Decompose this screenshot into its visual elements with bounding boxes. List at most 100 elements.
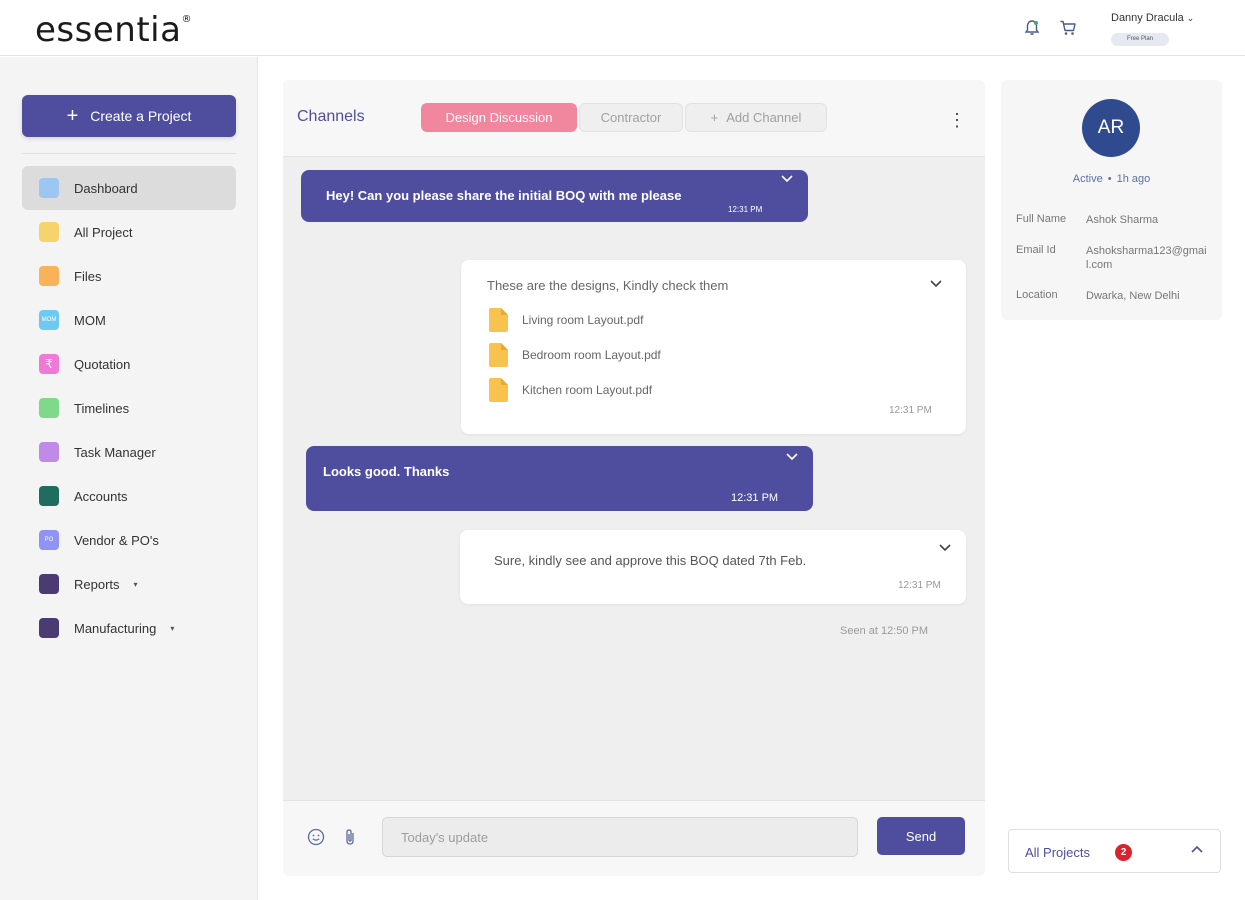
file-name: Bedroom room Layout.pdf: [522, 348, 661, 362]
brand-name: essentia: [35, 10, 182, 50]
info-value: Ashoksharma123@gmail.com: [1086, 245, 1207, 271]
message-incoming: These are the designs, Kindly check them…: [461, 260, 966, 434]
all-projects-dropdown[interactable]: All Projects 2: [1008, 829, 1221, 873]
sidebar-item-files[interactable]: Files: [22, 254, 236, 298]
info-value: Dwarka, New Delhi: [1086, 290, 1180, 302]
sidebar-item-label: Vendor & PO's: [74, 532, 159, 548]
info-label: Full Name: [1016, 213, 1067, 225]
send-button[interactable]: Send: [877, 817, 965, 855]
file-icon: [489, 308, 508, 332]
file-icon: [489, 343, 508, 367]
file-attachment[interactable]: Kitchen room Layout.pdf: [489, 378, 652, 402]
presence-status: Active • 1h ago: [1001, 173, 1222, 185]
sidebar-item-label: Timelines: [74, 400, 130, 416]
plus-icon: +: [66, 105, 79, 127]
sidebar-item-label: All Project: [74, 224, 133, 240]
chevron-down-icon[interactable]: [785, 452, 799, 465]
sidebar-item-reports[interactable]: Reports ▾: [22, 562, 236, 606]
create-project-label: Create a Project: [90, 108, 192, 124]
manufacturing-icon: [39, 618, 59, 638]
vendor-icon: PO: [39, 530, 59, 550]
projects-count-badge: 2: [1115, 844, 1132, 861]
timeline-icon: [39, 398, 59, 418]
message-time: 12:31 PM: [731, 492, 779, 504]
sidebar-item-quotation[interactable]: ₹ Quotation: [22, 342, 236, 386]
sidebar-item-accounts[interactable]: Accounts: [22, 474, 236, 518]
message-incoming: Sure, kindly see and approve this BOQ da…: [460, 530, 966, 604]
sidebar-divider: [22, 153, 236, 154]
sidebar-item-vendor-po-s[interactable]: PO Vendor & PO's: [22, 518, 236, 562]
registered-mark: ®: [181, 14, 192, 25]
sidebar-item-label: Accounts: [74, 488, 128, 504]
user-name: Danny Dracula: [1111, 12, 1184, 24]
user-menu[interactable]: Danny Dracula ⌄: [1111, 12, 1194, 24]
plus-icon: +: [710, 110, 719, 125]
project-icon: [39, 222, 59, 242]
message-text: Sure, kindly see and approve this BOQ da…: [494, 553, 807, 568]
file-attachment[interactable]: Bedroom room Layout.pdf: [489, 343, 661, 367]
sidebar-item-mom[interactable]: MOM MOM: [22, 298, 236, 342]
add-channel-button[interactable]: + Add Channel: [685, 103, 827, 132]
sidebar-item-dashboard[interactable]: Dashboard: [22, 166, 236, 210]
seen-status: Seen at 12:50 PM: [840, 625, 929, 637]
file-icon: [489, 378, 508, 402]
caret-down-icon[interactable]: ▾: [134, 580, 138, 589]
status-text: Active: [1072, 173, 1103, 185]
contact-profile-card: AR Active • 1h ago Full Name Ashok Sharma …: [1001, 80, 1222, 320]
sidebar-item-label: Dashboard: [74, 180, 138, 196]
file-attachment[interactable]: Living room Layout.pdf: [489, 308, 643, 332]
brand-logo[interactable]: essentia®: [35, 10, 192, 50]
info-value: Ashok Sharma: [1086, 214, 1159, 226]
message-text: Hey! Can you please share the initial BO…: [326, 188, 682, 203]
reports-icon: [39, 574, 59, 594]
message-text: These are the designs, Kindly check them: [487, 278, 729, 293]
message-outgoing: Hey! Can you please share the initial BO…: [301, 170, 808, 222]
emoji-icon[interactable]: [306, 827, 326, 847]
file-name: Living room Layout.pdf: [522, 313, 644, 327]
tab-design-discussion[interactable]: Design Discussion: [421, 103, 577, 132]
chevron-down-icon[interactable]: [780, 174, 794, 187]
info-label: Email Id: [1016, 244, 1056, 256]
sidebar-nav: Dashboard All Project Files MOM MOM ₹ Quotatio…: [22, 166, 236, 650]
bell-icon[interactable]: [1022, 18, 1042, 38]
chat-header: Channels Design Discussion Contractor + …: [283, 80, 985, 157]
top-bar: essentia® Danny Dracula ⌄ Free Plan: [0, 0, 1245, 56]
caret-down-icon[interactable]: ▾: [170, 624, 174, 633]
chevron-down-icon: ⌄: [1186, 13, 1195, 23]
last-seen: 1h ago: [1116, 173, 1151, 185]
sidebar: + Create a Project Dashboard All Project F…: [0, 57, 258, 900]
file-name: Kitchen room Layout.pdf: [522, 383, 653, 397]
message-time: 12:31 PM: [728, 205, 763, 214]
chevron-down-icon[interactable]: [929, 279, 943, 292]
chat-panel: Channels Design Discussion Contractor + …: [283, 80, 985, 876]
sidebar-item-all-project[interactable]: All Project: [22, 210, 236, 254]
info-label: Location: [1016, 289, 1058, 301]
all-projects-label: All Projects: [1025, 845, 1091, 860]
paperclip-icon[interactable]: [340, 827, 360, 847]
message-text: Looks good. Thanks: [323, 464, 450, 479]
task-icon: [39, 442, 59, 462]
create-project-button[interactable]: + Create a Project: [22, 95, 236, 137]
sidebar-item-timelines[interactable]: Timelines: [22, 386, 236, 430]
sidebar-item-label: Manufacturing: [74, 620, 157, 636]
files-icon: [39, 266, 59, 286]
chat-composer: Send: [283, 800, 985, 876]
sidebar-item-label: Task Manager: [74, 444, 156, 460]
message-input[interactable]: [382, 817, 858, 857]
more-options-icon[interactable]: ⋮: [947, 108, 967, 132]
message-outgoing: Looks good. Thanks 12:31 PM: [306, 446, 813, 511]
sidebar-item-manufacturing[interactable]: Manufacturing ▾: [22, 606, 236, 650]
chevron-up-icon[interactable]: [1190, 843, 1204, 857]
sidebar-item-label: Files: [74, 268, 102, 284]
plan-badge: Free Plan: [1111, 33, 1169, 46]
cart-icon[interactable]: [1058, 18, 1078, 38]
message-time: 12:31 PM: [889, 405, 932, 416]
avatar[interactable]: AR: [1082, 99, 1140, 157]
dashboard-icon: [39, 178, 59, 198]
tab-contractor[interactable]: Contractor: [579, 103, 683, 132]
message-time: 12:31 PM: [898, 580, 941, 591]
mom-icon: MOM: [39, 310, 59, 330]
sidebar-item-label: MOM: [74, 312, 106, 328]
chevron-down-icon[interactable]: [938, 543, 952, 556]
sidebar-item-task-manager[interactable]: Task Manager: [22, 430, 236, 474]
